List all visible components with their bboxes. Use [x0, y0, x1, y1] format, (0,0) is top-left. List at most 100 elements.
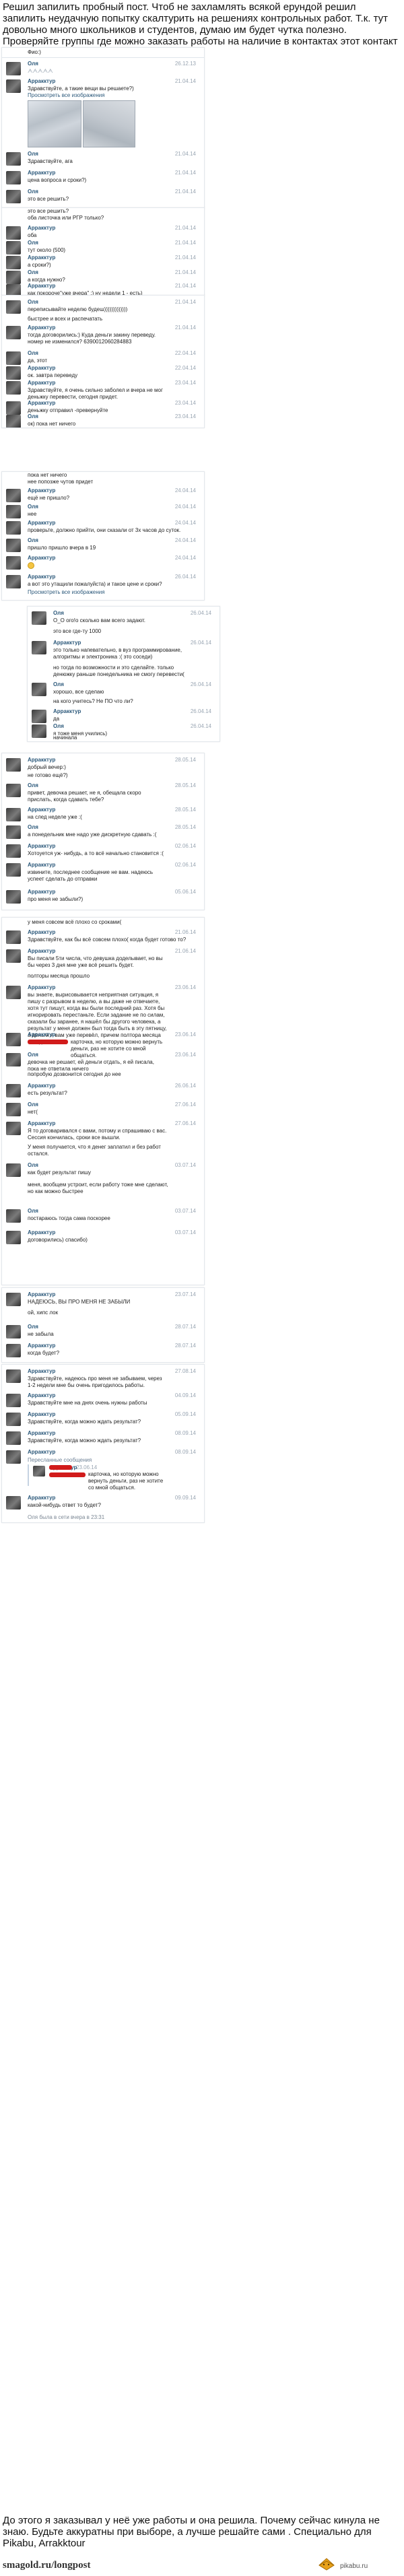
sender-name[interactable]: Оля: [28, 1324, 38, 1330]
sender-name[interactable]: Арракктур: [28, 365, 55, 371]
avatar[interactable]: [6, 930, 21, 944]
sender-name[interactable]: Оля: [28, 1208, 38, 1214]
avatar[interactable]: [32, 641, 46, 654]
avatar[interactable]: [6, 1209, 21, 1223]
sender-name[interactable]: Арракктур: [28, 1430, 55, 1436]
sender-name[interactable]: Оля: [28, 537, 38, 543]
sender-name[interactable]: Оля: [28, 1101, 38, 1108]
avatar[interactable]: [6, 1325, 21, 1338]
avatar[interactable]: [6, 890, 21, 904]
sender-name[interactable]: Арракктур: [53, 640, 81, 646]
avatar[interactable]: [6, 1122, 21, 1135]
sender-name[interactable]: Арракктур: [28, 1031, 55, 1038]
sender-name[interactable]: Арракктур: [28, 984, 55, 990]
sender-name[interactable]: Арракктур: [28, 255, 55, 261]
avatar[interactable]: [6, 79, 21, 93]
avatar[interactable]: [6, 556, 21, 570]
sender-name[interactable]: Арракктур: [28, 325, 55, 331]
avatar[interactable]: [6, 949, 21, 963]
sender-name[interactable]: Оля: [28, 1052, 38, 1058]
avatar[interactable]: [6, 1394, 21, 1407]
avatar[interactable]: [32, 683, 46, 696]
sender-name[interactable]: Арракктур: [28, 843, 55, 849]
sender-name[interactable]: Оля: [28, 299, 38, 305]
avatar[interactable]: [6, 1369, 21, 1383]
avatar[interactable]: [6, 381, 21, 395]
attached-photo[interactable]: [83, 100, 135, 147]
avatar[interactable]: [6, 1413, 21, 1426]
sender-name[interactable]: Оля: [28, 151, 38, 157]
sender-name[interactable]: Арракктур: [28, 757, 55, 763]
avatar[interactable]: [6, 326, 21, 339]
avatar[interactable]: [6, 226, 21, 240]
sender-name[interactable]: Арракктур: [28, 225, 55, 231]
view-all-images-link[interactable]: Просмотреть все изображения: [28, 92, 105, 99]
avatar[interactable]: [6, 863, 21, 877]
forwarded-messages-label[interactable]: Пересланные сообщения: [28, 1457, 92, 1463]
sender-name[interactable]: Оля: [28, 504, 38, 510]
sender-name[interactable]: Оля: [28, 782, 38, 788]
avatar[interactable]: [6, 489, 21, 502]
avatar[interactable]: [6, 415, 21, 428]
sender-name[interactable]: Арракктур: [28, 1229, 55, 1235]
avatar[interactable]: [32, 724, 46, 738]
avatar[interactable]: [6, 190, 21, 203]
avatar[interactable]: [6, 758, 21, 772]
sender-name[interactable]: Арракктур: [28, 1449, 55, 1455]
sender-name[interactable]: Арракктур: [28, 1343, 55, 1349]
avatar[interactable]: [6, 1496, 21, 1510]
sender-name[interactable]: Арракктур: [28, 520, 55, 526]
sender-name[interactable]: Арракктур: [28, 1495, 55, 1501]
avatar[interactable]: [6, 844, 21, 858]
sender-name[interactable]: Оля: [28, 189, 38, 195]
avatar[interactable]: [6, 351, 21, 365]
sender-name[interactable]: Арракктур: [28, 380, 55, 386]
avatar[interactable]: [6, 1293, 21, 1306]
sender-name[interactable]: Оля: [28, 240, 38, 246]
avatar[interactable]: [6, 808, 21, 821]
sender-name[interactable]: Арракктур: [28, 400, 55, 406]
avatar[interactable]: [6, 505, 21, 518]
sender-name[interactable]: Оля: [28, 61, 38, 67]
avatar[interactable]: [6, 539, 21, 552]
avatar[interactable]: [6, 152, 21, 166]
avatar[interactable]: [6, 986, 21, 999]
sender-name[interactable]: Арракктур: [53, 708, 81, 714]
avatar[interactable]: [6, 1231, 21, 1244]
sender-name[interactable]: Арракктур: [28, 1368, 55, 1374]
sender-name[interactable]: Арракктур: [28, 1120, 55, 1126]
sender-name[interactable]: Арракктур: [28, 78, 55, 84]
avatar[interactable]: [6, 1084, 21, 1097]
sender-name[interactable]: Арракктур: [28, 487, 55, 494]
avatar[interactable]: [6, 62, 21, 75]
sender-name[interactable]: Арракктур: [28, 170, 55, 176]
sender-name[interactable]: Арракктур: [28, 862, 55, 868]
sender-name[interactable]: Арракктур: [28, 1411, 55, 1417]
sender-name[interactable]: Оля: [28, 350, 38, 356]
avatar[interactable]: [6, 1344, 21, 1357]
sender-name[interactable]: Арракктур: [28, 948, 55, 954]
sender-name[interactable]: Оля: [28, 824, 38, 830]
avatar[interactable]: [6, 366, 21, 380]
avatar[interactable]: [6, 1450, 21, 1464]
sender-name[interactable]: Арракктур: [28, 1083, 55, 1089]
sender-name[interactable]: Арракктур: [28, 574, 55, 580]
avatar[interactable]: [32, 611, 46, 625]
sender-name[interactable]: Арракктур: [28, 807, 55, 813]
avatar[interactable]: [32, 710, 46, 723]
attached-photo[interactable]: [28, 100, 81, 147]
view-all-images-link[interactable]: Просмотреть все изображения: [28, 589, 105, 596]
sender-name[interactable]: Арракктур: [28, 283, 55, 289]
avatar[interactable]: [6, 1103, 21, 1116]
avatar[interactable]: [6, 521, 21, 535]
pikabu-label[interactable]: pikabu.ru: [340, 2563, 368, 2570]
sender-name[interactable]: Оля: [53, 723, 64, 729]
avatar[interactable]: [6, 1431, 21, 1445]
sender-name[interactable]: Оля: [28, 413, 38, 419]
sender-name[interactable]: Оля: [53, 610, 64, 616]
avatar[interactable]: [6, 784, 21, 797]
avatar[interactable]: [6, 1053, 21, 1066]
sender-name[interactable]: Арракктур: [28, 1392, 55, 1398]
sender-name[interactable]: Оля: [28, 1162, 38, 1168]
avatar[interactable]: [33, 1466, 45, 1477]
